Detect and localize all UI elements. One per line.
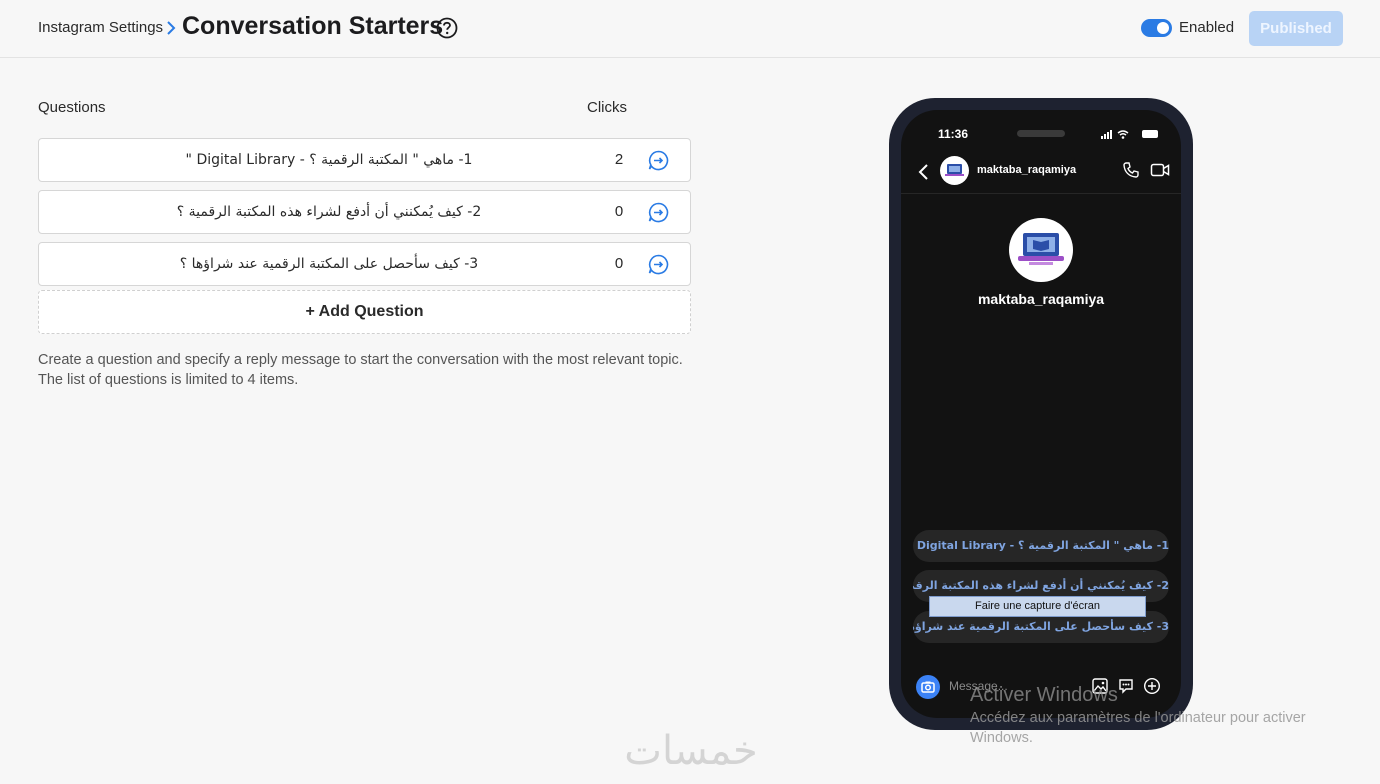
footer-watermark-logo: خمسات	[624, 728, 758, 774]
question-row[interactable]: 1- ماهي " المكتبة الرقمية ؟ - Digital Li…	[38, 138, 691, 182]
questions-help-text: Create a question and specify a reply me…	[38, 352, 683, 388]
phone-preview: 11:36 maktaba_raqamiya maktaba_raqamiya …	[889, 98, 1193, 730]
enabled-label: Enabled	[1179, 19, 1235, 36]
page-title: Conversation Starters	[182, 12, 444, 40]
top-header: Instagram Settings Conversation Starters…	[0, 0, 1380, 58]
question-circle-icon[interactable]	[436, 17, 458, 39]
conversation-starter-chip[interactable]: 1- ماهي " المكتبة الرقمية ؟ - Digital Li…	[913, 530, 1169, 562]
video-call-icon[interactable]	[1150, 161, 1170, 179]
clicks-column-header: Clicks	[587, 99, 627, 116]
toggle-knob	[1157, 22, 1169, 34]
chevron-right-icon	[167, 21, 176, 35]
windows-activation-text: Accédez aux paramètres de l'ordinateur p…	[970, 710, 1306, 746]
reply-message-icon[interactable]	[648, 254, 669, 275]
library-logo-icon	[1018, 233, 1064, 265]
profile-avatar	[1009, 218, 1073, 282]
camera-icon	[921, 681, 935, 693]
chat-username: maktaba_raqamiya	[977, 164, 1077, 176]
questions-column-header: Questions	[38, 99, 106, 116]
published-button[interactable]: Published	[1249, 11, 1343, 46]
question-text: 3- كيف سأحصل على المكتبة الرقمية عند شرا…	[179, 256, 479, 272]
phone-screen: 11:36 maktaba_raqamiya maktaba_raqamiya …	[901, 110, 1181, 718]
back-arrow-icon[interactable]	[917, 163, 931, 181]
question-clicks: 2	[614, 151, 624, 168]
camera-button[interactable]	[916, 675, 940, 699]
status-bar-icons	[1101, 130, 1158, 139]
sticker-icon[interactable]	[1117, 677, 1135, 695]
question-clicks: 0	[614, 203, 624, 220]
breadcrumb-instagram-settings[interactable]: Instagram Settings	[38, 19, 163, 36]
chat-header-divider	[901, 193, 1181, 194]
question-clicks: 0	[614, 255, 624, 272]
phone-notch	[1017, 130, 1065, 137]
enabled-toggle[interactable]	[1141, 19, 1172, 37]
question-text: 2- كيف يُمكنني أن أدفع لشراء هذه المكتبة…	[176, 204, 482, 220]
profile-name: maktaba_raqamiya	[977, 291, 1105, 307]
avatar-small[interactable]	[940, 156, 969, 185]
reply-message-icon[interactable]	[648, 150, 669, 171]
screenshot-tooltip: Faire une capture d'écran	[929, 596, 1146, 617]
phone-call-icon[interactable]	[1122, 161, 1140, 179]
question-text: 1- ماهي " المكتبة الرقمية ؟ - Digital Li…	[185, 152, 473, 168]
reply-message-icon[interactable]	[648, 202, 669, 223]
question-row[interactable]: 2- كيف يُمكنني أن أدفع لشراء هذه المكتبة…	[38, 190, 691, 234]
windows-activation-title: Activer Windows	[970, 684, 1118, 706]
library-logo-icon	[945, 164, 964, 176]
status-time: 11:36	[938, 127, 969, 141]
question-row[interactable]: 3- كيف سأحصل على المكتبة الرقمية عند شرا…	[38, 242, 691, 286]
add-question-button[interactable]: + Add Question	[38, 290, 691, 334]
add-circle-icon[interactable]	[1143, 677, 1161, 695]
